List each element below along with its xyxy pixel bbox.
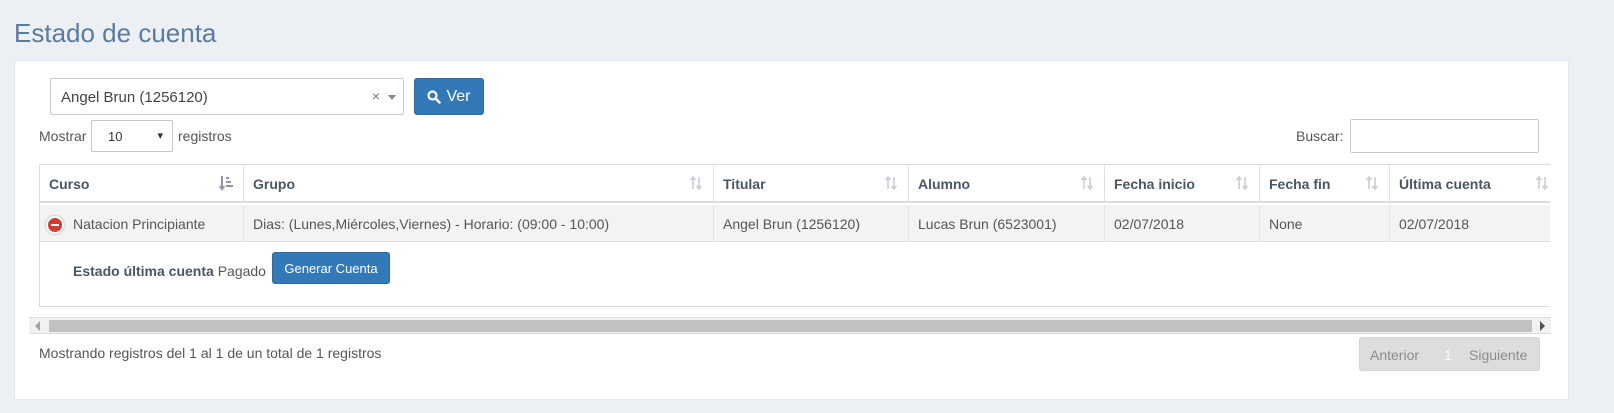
column-header-fecha-inicio[interactable]: Fecha inicio [1105, 165, 1260, 203]
content-box: Angel Brun (1256120) × Ver Mostrar 10 ▾ … [14, 60, 1569, 400]
column-header-label: Titular [723, 176, 766, 192]
page-length-value: 10 [108, 129, 123, 144]
data-table: Curso Grupo Titular Alumno Fecha inicio … [39, 164, 1550, 307]
cell-alumno: Lucas Brun (6523001) [909, 205, 1105, 242]
pagination: Anterior 1 Siguiente [1359, 337, 1540, 371]
estado-label: Estado última cuenta [73, 263, 214, 279]
cell-fecha-inicio: 02/07/2018 [1105, 205, 1260, 242]
sort-both-icon [884, 175, 898, 191]
column-header-label: Fecha fin [1269, 176, 1331, 192]
pagination-next[interactable]: Siguiente [1469, 347, 1527, 363]
cell-text: Lucas Brun (6523001) [918, 216, 1057, 232]
pagination-page[interactable]: 1 [1444, 347, 1452, 363]
table-row[interactable]: Natacion Principiante Dias: (Lunes,Miérc… [40, 205, 1550, 242]
cell-text: Angel Brun (1256120) [723, 216, 860, 232]
row-details: Estado última cuenta Pagado Generar Cuen… [40, 243, 1550, 306]
cell-text: 02/07/2018 [1114, 216, 1185, 232]
column-header-titular[interactable]: Titular [714, 165, 909, 203]
cell-text: 02/07/2018 [1399, 216, 1470, 232]
cell-titular: Angel Brun (1256120) [714, 205, 909, 242]
pagination-previous[interactable]: Anterior [1370, 347, 1419, 363]
sort-both-icon [1535, 175, 1549, 191]
length-prefix-label: Mostrar [39, 128, 87, 144]
column-header-label: Alumno [918, 176, 971, 192]
estado-ultima-cuenta: Estado última cuenta Pagado [73, 263, 266, 279]
column-header-label: Última cuenta [1399, 176, 1491, 192]
sort-both-icon [1365, 175, 1379, 191]
cell-text: Natacion Principiante [73, 216, 206, 232]
page-title: Estado de cuenta [14, 18, 217, 48]
search-input[interactable] [1350, 119, 1539, 153]
cell-text: Dias: (Lunes,Miércoles,Viernes) - Horari… [253, 216, 610, 232]
page-length-select[interactable]: 10 ▾ [91, 120, 173, 152]
titular-select-value: Angel Brun (1256120) [61, 89, 208, 106]
column-header-grupo[interactable]: Grupo [244, 165, 714, 203]
column-header-label: Fecha inicio [1114, 176, 1195, 192]
sort-both-icon [1080, 175, 1094, 191]
ver-button-label: Ver [446, 87, 471, 105]
cell-grupo: Dias: (Lunes,Miércoles,Viernes) - Horari… [244, 205, 714, 242]
titular-select[interactable]: Angel Brun (1256120) × [50, 78, 404, 115]
scrollbar-thumb[interactable] [49, 320, 1532, 332]
sort-ascending-icon [219, 176, 233, 191]
table-header: Curso Grupo Titular Alumno Fecha inicio … [40, 165, 1550, 203]
cell-text: None [1269, 216, 1303, 232]
column-header-label: Grupo [253, 176, 295, 192]
cell-fecha-fin: None [1260, 205, 1390, 242]
ver-button[interactable]: Ver [414, 78, 484, 115]
column-header-label: Curso [49, 176, 90, 192]
scroll-left-arrow-icon[interactable] [35, 321, 40, 331]
dropdown-arrow-icon[interactable] [388, 95, 396, 100]
estado-value: Pagado [217, 263, 266, 279]
generar-cuenta-button[interactable]: Generar Cuenta [272, 252, 390, 284]
collapse-row-icon[interactable] [46, 216, 64, 234]
cell-ultima-cuenta: 02/07/2018 [1390, 205, 1550, 242]
search-label: Buscar: [1296, 128, 1344, 144]
sort-both-icon [689, 175, 703, 191]
cell-curso: Natacion Principiante [40, 205, 244, 242]
table-info: Mostrando registros del 1 al 1 de un tot… [39, 345, 382, 361]
search-icon [427, 89, 442, 104]
length-suffix-label: registros [178, 128, 232, 144]
column-header-ultima-cuenta[interactable]: Última cuenta [1390, 165, 1550, 203]
column-header-curso[interactable]: Curso [40, 165, 244, 203]
column-header-fecha-fin[interactable]: Fecha fin [1260, 165, 1390, 203]
column-header-alumno[interactable]: Alumno [909, 165, 1105, 203]
horizontal-scrollbar[interactable] [29, 317, 1551, 334]
chevron-down-icon: ▾ [157, 130, 163, 142]
scroll-right-arrow-icon[interactable] [1540, 321, 1545, 331]
clear-selection-icon[interactable]: × [372, 88, 380, 104]
sort-both-icon [1235, 175, 1249, 191]
